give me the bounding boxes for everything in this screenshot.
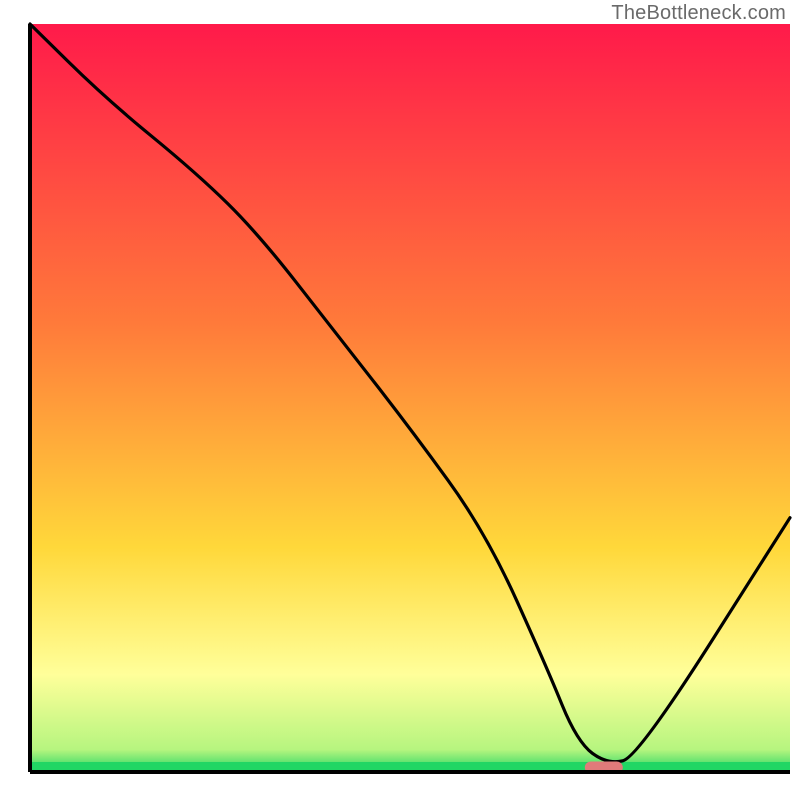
gradient-background bbox=[30, 24, 790, 772]
plot-area bbox=[30, 24, 790, 774]
watermark-text: TheBottleneck.com bbox=[611, 2, 786, 25]
chart-container: TheBottleneck.com bbox=[0, 0, 800, 800]
bottleneck-chart bbox=[0, 0, 800, 800]
